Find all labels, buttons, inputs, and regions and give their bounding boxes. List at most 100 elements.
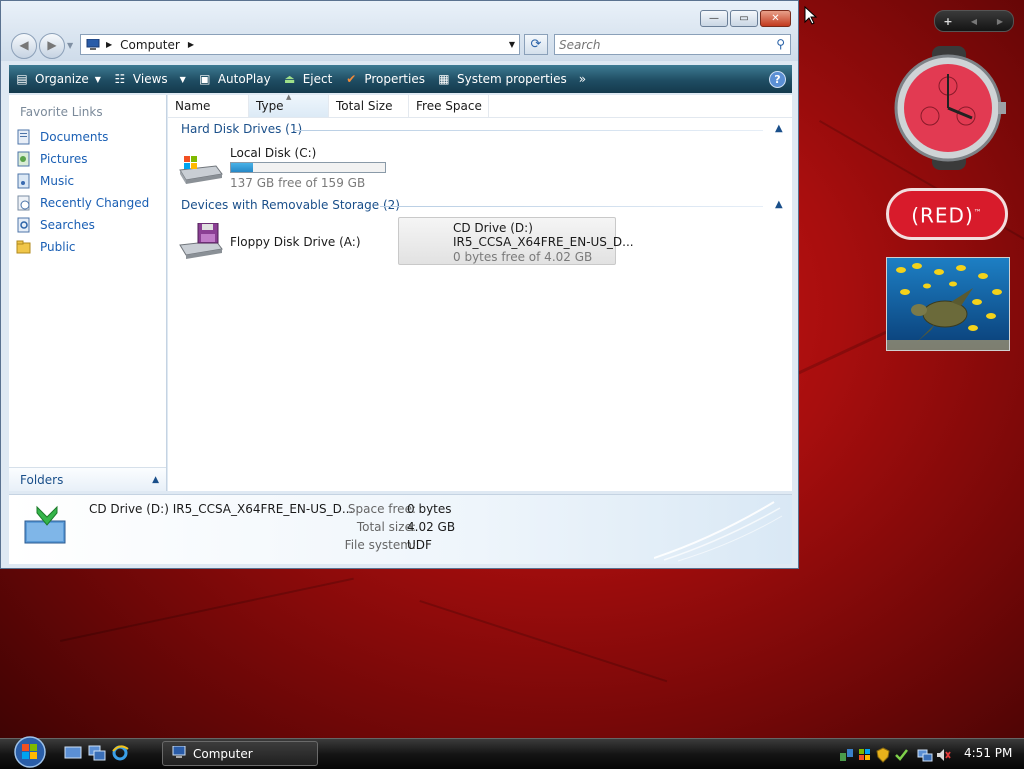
folders-label: Folders — [20, 472, 64, 487]
system-properties-label: System properties — [456, 72, 567, 86]
checkmark-icon: ✔ — [346, 72, 357, 86]
show-desktop-icon[interactable] — [64, 745, 82, 761]
clock-gadget[interactable] — [886, 46, 1010, 170]
search-icon[interactable]: ⚲ — [776, 37, 785, 51]
breadcrumb-separator-icon[interactable]: ▶ — [188, 40, 194, 49]
forward-button[interactable]: ▶ — [39, 33, 65, 59]
file-list: Name Type ▲ Total Size Free Space Hard D… — [168, 93, 792, 491]
cd-drive-install-icon — [23, 503, 67, 548]
close-button[interactable]: ✕ — [760, 10, 791, 27]
maximize-button[interactable]: ▭ — [730, 10, 758, 27]
sea-turtle-photo — [887, 258, 1009, 350]
red-gadget[interactable]: (RED)™ — [886, 188, 1008, 240]
link-recently-changed[interactable]: Recently Changed — [16, 193, 149, 213]
breadcrumb-separator-icon[interactable]: ▶ — [106, 40, 112, 49]
eject-button[interactable]: ⏏ Eject — [277, 66, 339, 92]
group-removable-storage[interactable]: Devices with Removable Storage (2) — [181, 198, 400, 212]
title-bar[interactable]: — ▭ ✕ ◀ ▶ ▼ ▶ Computer ▶ ▼ ⟳ ⚲ — [1, 1, 798, 61]
taskbar-clock[interactable]: 4:51 PM — [964, 746, 1012, 760]
documents-icon — [16, 129, 32, 145]
internet-explorer-icon[interactable] — [111, 745, 129, 761]
eject-icon: ⏏ — [284, 72, 296, 86]
group-divider — [380, 206, 763, 207]
column-headers: Name Type ▲ Total Size Free Space — [168, 93, 792, 118]
taskbar-window-computer[interactable]: Computer — [162, 741, 318, 766]
system-properties-button[interactable]: ▦ System properties — [431, 66, 573, 92]
explorer-window: — ▭ ✕ ◀ ▶ ▼ ▶ Computer ▶ ▼ ⟳ ⚲ ▤ Organiz… — [0, 0, 799, 569]
navigation-pane: Favorite Links Documents Pictures Music … — [9, 95, 167, 491]
previous-gadgets-button[interactable]: ◀ — [961, 17, 987, 26]
breadcrumb-computer[interactable]: Computer — [120, 38, 180, 52]
system-properties-icon: ▦ — [438, 72, 450, 86]
column-name[interactable]: Name — [168, 95, 249, 117]
slideshow-gadget[interactable] — [886, 257, 1010, 351]
back-button[interactable]: ◀ — [11, 33, 37, 59]
add-gadget-button[interactable]: + — [935, 15, 961, 28]
link-documents[interactable]: Documents — [16, 127, 108, 147]
group-hard-disk-drives[interactable]: Hard Disk Drives (1) — [181, 122, 302, 136]
start-button[interactable] — [9, 735, 51, 768]
minimize-button[interactable]: — — [700, 10, 728, 27]
folders-toggle[interactable]: Folders ▲ — [9, 467, 166, 491]
mouse-pointer-icon — [804, 6, 818, 25]
search-box[interactable]: ⚲ — [554, 34, 791, 55]
volume-muted-icon[interactable] — [935, 747, 951, 763]
more-commands-button[interactable]: » — [573, 66, 592, 92]
sidebar-gadget-controls: + ◀ ▶ — [934, 10, 1014, 32]
chevron-up-icon[interactable]: ▲ — [775, 199, 783, 210]
windows-sidebar-icon[interactable] — [857, 747, 873, 763]
drive-name: Floppy Disk Drive (A:) — [230, 235, 361, 249]
network-connection-icon[interactable] — [917, 747, 933, 763]
command-bar: ▤ Organize ▼ ☷ Views ▼ ▣ AutoPlay ⏏ Ejec… — [9, 65, 792, 93]
link-public[interactable]: Public — [16, 237, 76, 257]
music-icon — [16, 173, 32, 189]
link-label: Pictures — [40, 152, 88, 166]
total-size-label: Total size: — [356, 520, 416, 534]
recently-changed-icon — [16, 195, 32, 211]
refresh-button[interactable]: ⟳ — [524, 34, 548, 55]
switch-windows-icon[interactable] — [88, 745, 106, 761]
drive-free-space: 0 bytes free of 4.02 GB — [453, 250, 593, 264]
help-icon: ? — [769, 70, 786, 88]
organize-label: Organize — [35, 72, 89, 86]
link-pictures[interactable]: Pictures — [16, 149, 88, 169]
column-total-size[interactable]: Total Size — [329, 95, 409, 117]
details-decoration — [654, 501, 783, 562]
network-icon[interactable] — [839, 747, 855, 763]
security-shield-icon[interactable] — [875, 746, 891, 763]
views-label: Views — [132, 72, 168, 86]
link-searches[interactable]: Searches — [16, 215, 95, 235]
sort-ascending-icon: ▲ — [286, 93, 292, 101]
views-button[interactable]: ☷ Views ▼ — [107, 66, 192, 92]
address-dropdown-icon[interactable]: ▼ — [509, 40, 515, 49]
next-gadgets-button[interactable]: ▶ — [987, 17, 1013, 26]
help-button[interactable]: ? — [763, 66, 792, 92]
organize-button[interactable]: ▤ Organize ▼ — [9, 66, 107, 92]
file-system-value: UDF — [407, 538, 432, 552]
autoplay-button[interactable]: ▣ AutoPlay — [192, 66, 277, 92]
drive-cd-d[interactable]: CD Drive (D:) IR5_CCSA_X64FRE_EN-US_D...… — [398, 217, 634, 265]
properties-button[interactable]: ✔ Properties — [338, 66, 431, 92]
chevron-up-icon[interactable]: ▲ — [775, 123, 783, 134]
red-logo-label: (RED) — [911, 203, 974, 228]
eject-label: Eject — [302, 72, 333, 86]
details-item-name: CD Drive (D:) IR5_CCSA_X64FRE_EN-US_D... — [89, 502, 354, 516]
column-free-space[interactable]: Free Space — [409, 95, 489, 117]
space-free-label: Space free: — [347, 502, 416, 516]
details-pane: CD Drive (D:) IR5_CCSA_X64FRE_EN-US_D...… — [9, 494, 792, 564]
drive-free-space: 137 GB free of 159 GB — [230, 176, 366, 190]
address-bar[interactable]: ▶ Computer ▶ ▼ — [80, 34, 520, 55]
drive-floppy-a[interactable]: Floppy Disk Drive (A:) — [176, 219, 376, 263]
chevron-down-icon: ▼ — [94, 74, 101, 84]
hard-drive-icon — [176, 154, 224, 189]
recent-pages-dropdown-icon[interactable]: ▼ — [67, 41, 73, 50]
disk-usage-bar — [230, 162, 386, 173]
organize-icon: ▤ — [16, 72, 28, 86]
favorite-links-header: Favorite Links — [20, 105, 103, 119]
space-free-value: 0 bytes — [407, 502, 452, 516]
drive-local-disk-c[interactable]: Local Disk (C:) 137 GB free of 159 GB — [176, 146, 396, 190]
link-music[interactable]: Music — [16, 171, 74, 191]
update-check-icon[interactable] — [893, 747, 909, 763]
search-input[interactable] — [555, 35, 773, 54]
floppy-drive-icon — [176, 222, 224, 264]
